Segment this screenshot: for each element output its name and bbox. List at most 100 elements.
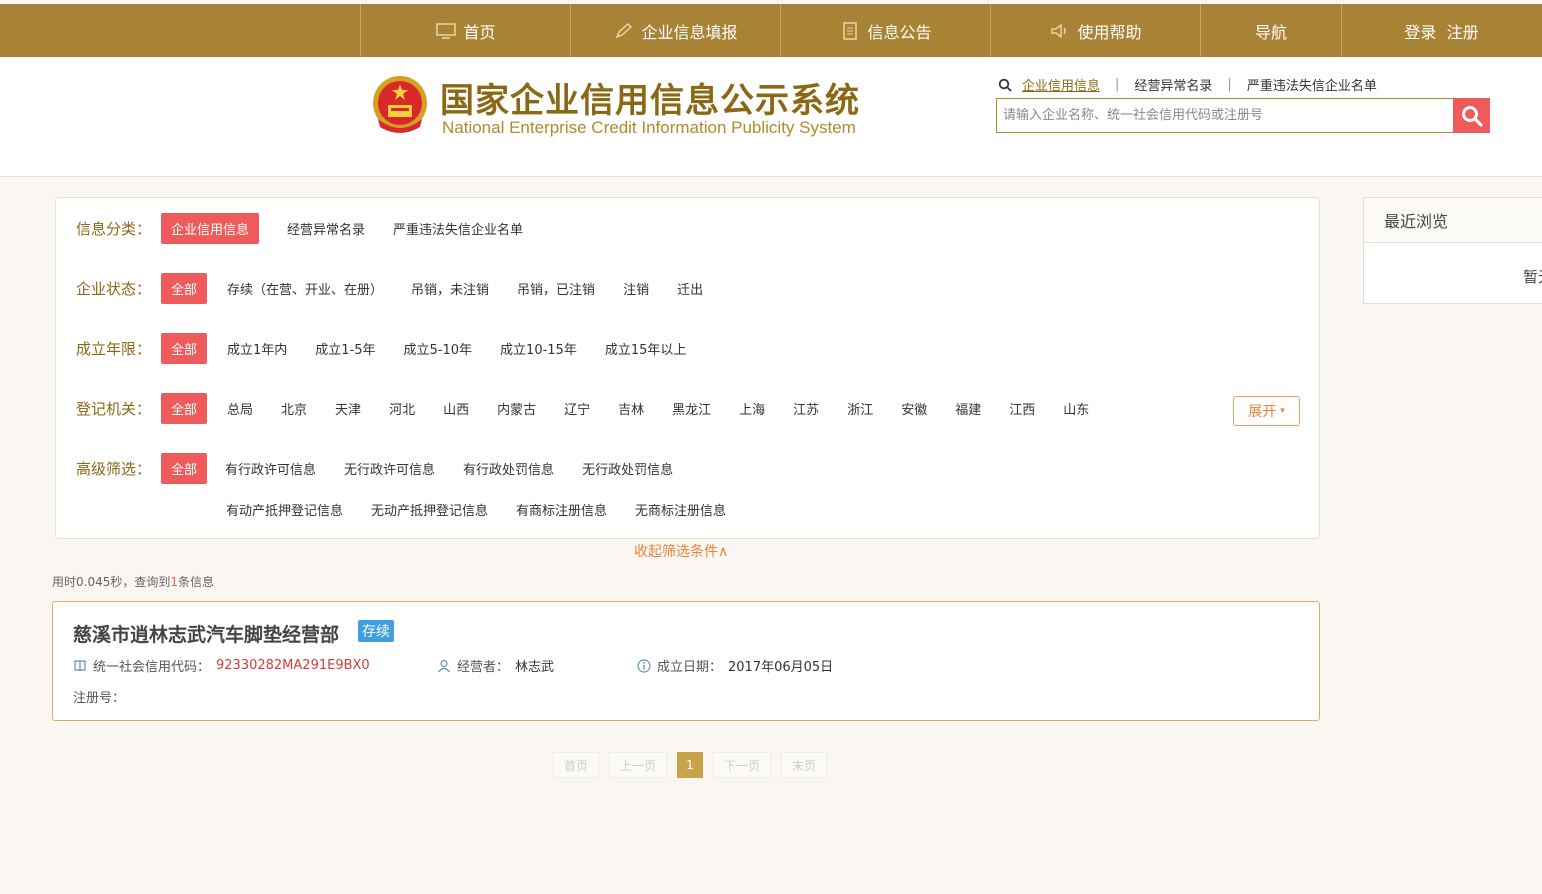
filter-option[interactable]: 成立1-5年 [315,339,375,358]
filter-option[interactable]: 吊销，已注销 [517,279,595,298]
filter-option[interactable]: 吉林 [618,399,644,418]
document-icon [843,21,858,40]
filter-option[interactable]: 有商标注册信息 [516,500,607,519]
recent-browse-panel: 最近浏览 暂无 [1363,197,1542,304]
search-tabs: 企业信用信息 | 经营异常名录 | 严重违法失信企业名单 [998,75,1377,94]
filter-option[interactable]: 全部 [161,393,208,424]
filter-label: 高级筛选： [76,460,152,478]
filter-row-advanced-2: 有动产抵押登记信息 无动产抵押登记信息 有商标注册信息 无商标注册信息 [226,500,754,519]
filter-option[interactable]: 无商标注册信息 [635,500,726,519]
nav-help-label: 使用帮助 [1077,22,1142,42]
book-icon [74,659,86,671]
credit-code-label: 统一社会信用代码： [93,660,211,675]
filter-option[interactable]: 有行政处罚信息 [463,459,554,478]
filter-option[interactable]: 注销 [623,279,649,298]
tab-separator: | [1115,77,1120,92]
speaker-icon [1051,22,1067,39]
filter-option[interactable]: 吊销，未注销 [411,279,489,298]
filter-option[interactable]: 内蒙古 [497,399,536,418]
filter-option[interactable]: 天津 [335,399,361,418]
filter-option[interactable]: 福建 [955,399,981,418]
filter-option[interactable]: 有行政许可信息 [225,459,316,478]
caret-down-icon: ▾ [1280,406,1285,416]
search-tab-abnormal[interactable]: 经营异常名录 [1134,75,1212,94]
nav-home-label: 首页 [463,22,496,42]
filter-option[interactable]: 浙江 [847,399,873,418]
search-tab-credit[interactable]: 企业信用信息 [1022,75,1100,94]
filter-option[interactable]: 黑龙江 [672,399,711,418]
page-current[interactable]: 1 [677,752,703,778]
filter-option[interactable]: 无动产抵押登记信息 [371,500,488,519]
nav-home[interactable]: 首页 [360,4,570,57]
page-prev[interactable]: 上一页 [609,752,667,778]
filter-option[interactable]: 上海 [739,399,765,418]
filter-option[interactable]: 成立1年内 [227,339,287,358]
filter-option[interactable]: 山东 [1063,399,1089,418]
established-date-value: 2017年06月05日 [728,660,834,675]
recent-browse-title: 最近浏览 [1364,198,1542,243]
company-name[interactable]: 慈溪市逍林志武汽车脚垫经营部 [73,620,339,647]
nav-navigation-label: 导航 [1254,22,1287,42]
filter-option[interactable]: 有动产抵押登记信息 [226,500,343,519]
pagination: 首页 上一页 1 下一页 末页 [553,752,827,778]
filter-row-advanced: 高级筛选： 全部 有行政许可信息 无行政许可信息 有行政处罚信息 无行政处罚信息 [76,453,701,484]
nav-report-label: 企业信息填报 [641,22,738,42]
nav-navigation[interactable]: 导航 [1200,4,1341,57]
filter-panel: 信息分类： 企业信用信息 经营异常名录 严重违法失信企业名单 企业状态： 全部 … [55,197,1320,539]
page-next[interactable]: 下一页 [713,752,771,778]
site-subtitle: National Enterprise Credit Information P… [442,118,856,137]
nav-login-register-label: 登录 注册 [1404,22,1479,42]
filter-option[interactable]: 经营异常名录 [287,219,365,238]
nav-report[interactable]: 企业信息填报 [570,4,780,57]
operator-field: 经营者： 林志武 [437,656,554,675]
filter-option[interactable]: 山西 [443,399,469,418]
site-header: 国家企业信用信息公示系统 National Enterprise Credit … [0,57,1542,177]
filter-option[interactable]: 北京 [281,399,307,418]
search-input[interactable] [997,99,1453,132]
top-nav-bar: 首页 企业信息填报 信息公告 使用帮助 导航 登录 注册 [0,4,1542,57]
filter-option[interactable]: 无行政处罚信息 [582,459,673,478]
filter-option[interactable]: 无行政许可信息 [344,459,435,478]
filter-label: 登记机关： [76,400,152,418]
filter-option[interactable]: 总局 [227,399,253,418]
credit-code-value: 92330282MA291E9BX0 [216,658,370,673]
result-card[interactable]: 慈溪市逍林志武汽车脚垫经营部 存续 统一社会信用代码： 92330282MA29… [52,601,1320,721]
filter-option[interactable]: 河北 [389,399,415,418]
search-icon [998,78,1012,92]
operator-label: 经营者： [457,660,510,675]
filter-row-authority: 登记机关： 全部 总局 北京 天津 河北 山西 内蒙古 辽宁 吉林 黑龙江 上海… [76,393,1117,424]
search-tab-dishonest[interactable]: 严重违法失信企业名单 [1247,75,1377,94]
stats-count: 1 [170,575,178,589]
filter-option[interactable]: 江苏 [793,399,819,418]
tab-separator: | [1227,77,1232,92]
filter-option[interactable]: 安徽 [901,399,927,418]
search-button[interactable] [1453,98,1490,133]
search-box [996,98,1490,133]
filter-option[interactable]: 成立5-10年 [404,339,473,358]
filter-label: 成立年限： [76,340,152,358]
filter-option[interactable]: 全部 [161,333,208,364]
top-nav: 首页 企业信息填报 信息公告 使用帮助 导航 登录 注册 [360,4,1541,57]
filter-option[interactable]: 迁出 [677,279,703,298]
expand-button[interactable]: 展开 ▾ [1233,396,1300,426]
filter-option[interactable]: 企业信用信息 [161,213,260,244]
filter-option[interactable]: 成立15年以上 [605,339,687,358]
filter-option[interactable]: 江西 [1009,399,1035,418]
monitor-icon [436,22,457,39]
nav-help[interactable]: 使用帮助 [990,4,1200,57]
filter-option[interactable]: 辽宁 [564,399,590,418]
collapse-filters-link[interactable]: 收起筛选条件∧ [634,541,728,561]
page-last[interactable]: 末页 [781,752,827,778]
filter-option[interactable]: 成立10-15年 [500,339,577,358]
nav-login-register[interactable]: 登录 注册 [1341,4,1541,57]
filter-option[interactable]: 存续（在营、开业、在册） [227,279,383,298]
nav-announcement[interactable]: 信息公告 [780,4,990,57]
established-date-field: 成立日期： 2017年06月05日 [637,656,833,675]
result-stats: 用时0.045秒，查询到1条信息 [52,573,214,590]
filter-option[interactable]: 全部 [161,453,208,484]
national-emblem-icon [373,76,427,133]
page-first[interactable]: 首页 [553,752,599,778]
filter-option[interactable]: 全部 [161,273,208,304]
filter-option[interactable]: 严重违法失信企业名单 [393,219,523,238]
filter-label: 信息分类： [76,220,152,238]
